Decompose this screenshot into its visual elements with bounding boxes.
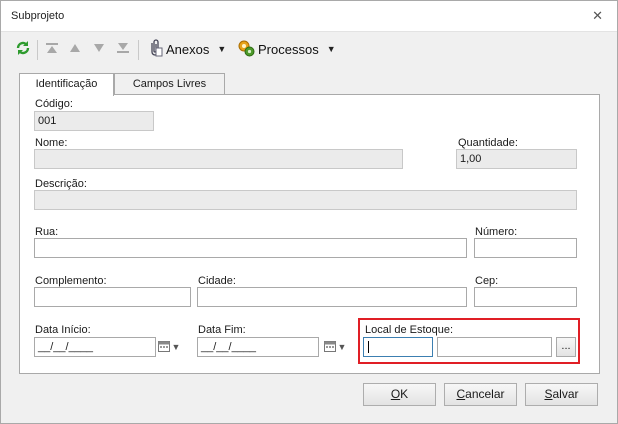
salvar-button[interactable]: Salvar <box>525 383 598 406</box>
rua-field[interactable] <box>34 238 467 258</box>
tab-identificacao[interactable]: Identificação <box>19 73 114 96</box>
calendar-icon <box>323 340 336 354</box>
previous-record-icon <box>69 43 81 56</box>
paperclip-icon <box>147 38 163 60</box>
gears-icon <box>237 39 255 60</box>
close-icon[interactable]: ✕ <box>592 8 603 24</box>
ok-button[interactable]: OK <box>363 383 436 406</box>
local-estoque-label: Local de Estoque: <box>365 324 454 336</box>
refresh-button[interactable] <box>15 37 31 61</box>
cancelar-button[interactable]: Cancelar <box>444 383 517 406</box>
ok-label-rest: K <box>400 387 409 401</box>
descricao-label: Descrição: <box>35 178 87 190</box>
cep-field[interactable] <box>474 287 577 307</box>
data-fim-calendar-button[interactable]: ▼ <box>323 337 347 357</box>
data-fim-field[interactable]: __/__/____ <box>197 337 319 357</box>
local-estoque-description-field[interactable] <box>437 337 552 357</box>
cidade-field[interactable] <box>197 287 467 307</box>
anexos-menu-button[interactable]: Anexos ▼ <box>147 37 226 61</box>
chevron-down-icon: ▼ <box>171 342 181 352</box>
next-record-button[interactable] <box>93 37 105 61</box>
refresh-icon <box>15 40 31 59</box>
codigo-field[interactable]: 001 <box>34 111 154 131</box>
subprojeto-dialog: Subprojeto ✕ Anexos ▼ Processos ▼ Identi… <box>0 0 618 424</box>
last-record-icon <box>116 42 130 57</box>
nome-field[interactable] <box>34 149 403 169</box>
title-bar: Subprojeto ✕ <box>1 1 617 32</box>
quantidade-label: Quantidade: <box>458 137 518 149</box>
ok-mnemonic: O <box>390 387 401 401</box>
tab-campos-livres[interactable]: Campos Livres <box>114 73 225 95</box>
window-title: Subprojeto <box>11 10 65 22</box>
toolbar: Anexos ▼ Processos ▼ <box>9 37 609 63</box>
data-inicio-label: Data Início: <box>35 324 91 336</box>
data-inicio-calendar-button[interactable]: ▼ <box>157 337 181 357</box>
complemento-label: Complemento: <box>35 275 107 287</box>
numero-label: Número: <box>475 226 518 238</box>
first-record-icon <box>45 42 59 57</box>
numero-field[interactable] <box>474 238 577 258</box>
anexos-label: Anexos <box>166 41 210 57</box>
salvar-label-rest: alvar <box>552 387 579 401</box>
local-estoque-code-field[interactable] <box>363 337 433 357</box>
chevron-down-icon: ▼ <box>337 342 347 352</box>
local-estoque-browse-button[interactable]: ... <box>556 337 576 357</box>
rua-label: Rua: <box>35 226 59 238</box>
quantidade-field[interactable]: 1,00 <box>456 149 577 169</box>
text-cursor <box>368 341 369 353</box>
cep-label: Cep: <box>475 275 499 287</box>
next-record-icon <box>93 43 105 56</box>
previous-record-button[interactable] <box>69 37 81 61</box>
codigo-label: Código: <box>35 98 73 110</box>
salvar-mnemonic: S <box>544 387 553 401</box>
data-inicio-field[interactable]: __/__/____ <box>34 337 156 357</box>
processos-menu-button[interactable]: Processos ▼ <box>237 37 336 61</box>
toolbar-separator <box>138 40 139 60</box>
chevron-down-icon: ▼ <box>326 44 336 54</box>
descricao-field[interactable] <box>34 190 577 210</box>
first-record-button[interactable] <box>45 37 59 61</box>
chevron-down-icon: ▼ <box>217 44 227 54</box>
nome-label: Nome: <box>35 137 68 149</box>
last-record-button[interactable] <box>116 37 130 61</box>
complemento-field[interactable] <box>34 287 191 307</box>
calendar-icon <box>157 340 170 354</box>
cancelar-label-rest: ancelar <box>465 387 505 401</box>
toolbar-separator <box>37 40 38 60</box>
cancelar-mnemonic: C <box>456 387 466 401</box>
cidade-label: Cidade: <box>198 275 236 287</box>
data-fim-label: Data Fim: <box>198 324 246 336</box>
processos-label: Processos <box>258 41 319 57</box>
